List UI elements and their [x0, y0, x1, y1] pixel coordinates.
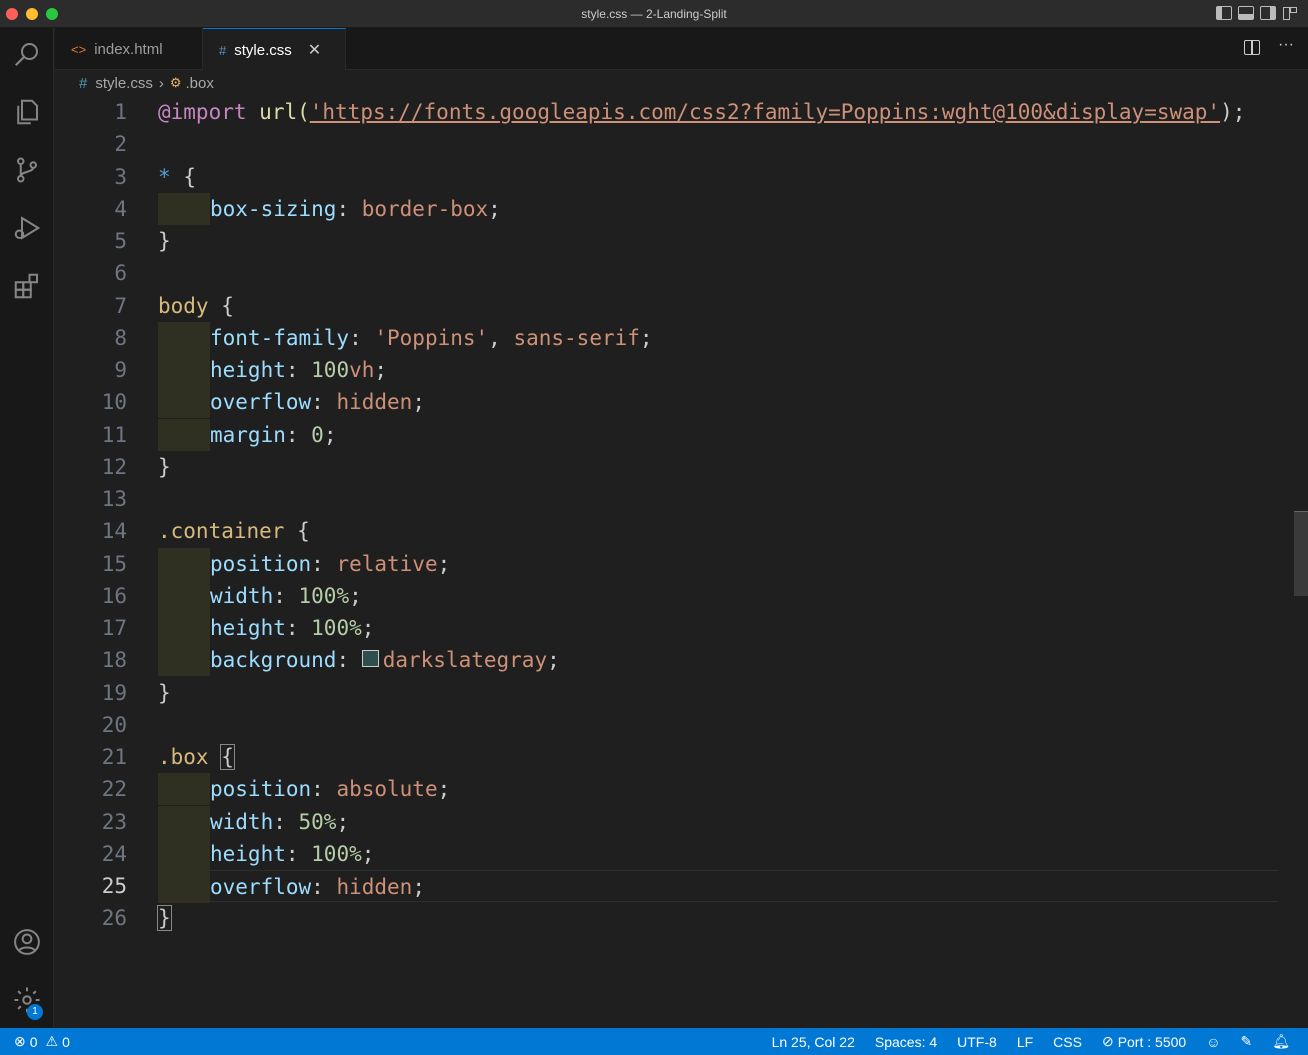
copilot-icon[interactable]: ☺ — [1206, 1034, 1220, 1050]
toggle-secondary-sidebar-icon[interactable] — [1260, 6, 1276, 20]
end-of-line[interactable]: LF — [1017, 1034, 1033, 1050]
indentation[interactable]: Spaces: 4 — [875, 1034, 937, 1050]
scrollbar-thumb[interactable] — [1294, 511, 1308, 596]
code-line-24: height: 100%; — [158, 837, 1278, 870]
line-number: 13 — [101, 487, 127, 511]
title-bar: style.css — 2-Landing-Split — [0, 0, 1308, 28]
more-actions-icon[interactable]: ··· — [1278, 36, 1294, 54]
window-title: style.css — 2-Landing-Split — [581, 7, 727, 21]
line-number: 25 — [101, 874, 127, 898]
extensions-icon[interactable] — [0, 262, 54, 310]
color-swatch[interactable] — [361, 649, 379, 667]
line-number: 21 — [101, 745, 127, 769]
code-line-17: height: 100%; — [158, 612, 1278, 644]
feedback-icon[interactable]: ✎ — [1240, 1033, 1252, 1050]
warning-icon: ⚠ — [45, 1033, 59, 1049]
line-number: 17 — [101, 616, 127, 640]
line-number: 24 — [101, 841, 127, 866]
live-server-port[interactable]: ⊘ Port : 5500 — [1102, 1033, 1186, 1050]
tab-label: index.html — [94, 40, 163, 58]
toggle-primary-sidebar-icon[interactable] — [1216, 6, 1232, 20]
line-number: 9 — [114, 358, 127, 382]
line-number: 3 — [114, 164, 127, 189]
line-number: 22 — [101, 777, 127, 802]
code-line-22: position: absolute; — [158, 773, 1278, 806]
run-debug-icon[interactable] — [0, 204, 54, 252]
line-number: 23 — [101, 809, 127, 834]
activity-bar: 1 — [0, 28, 54, 1028]
breadcrumb: # style.css › ⚙ .box — [55, 70, 1308, 96]
code-line-3: * { — [158, 164, 196, 189]
breadcrumb-file[interactable]: style.css — [95, 75, 153, 92]
line-number: 1 — [114, 100, 127, 124]
toggle-panel-icon[interactable] — [1238, 6, 1254, 20]
search-icon[interactable] — [0, 30, 54, 78]
close-tab-icon[interactable]: ✕ — [308, 40, 321, 60]
code-line-15: position: relative; — [158, 547, 1278, 580]
line-number: 12 — [101, 454, 127, 479]
broadcast-icon: ⊘ — [1101, 1033, 1114, 1049]
notifications-bell-icon[interactable]: 🔔︎ — [1272, 1033, 1290, 1050]
code-line-26: } — [157, 905, 172, 932]
line-number: 2 — [114, 132, 127, 157]
line-number: 11 — [101, 422, 127, 447]
code-line-4: box-sizing: border-box; — [158, 192, 1278, 225]
tab-index-html[interactable]: <> index.html — [55, 28, 203, 70]
encoding[interactable]: UTF-8 — [957, 1034, 997, 1050]
line-number: 19 — [101, 680, 127, 705]
manage-gear-icon[interactable]: 1 — [0, 976, 54, 1024]
notification-badge: 1 — [27, 1004, 43, 1020]
symbol-class-icon: ⚙ — [169, 75, 182, 90]
code-editor[interactable]: 1 2 3 4 5 6 7 8 9 10 11 12 13 14 15 16 17 18 19 20 21 22 23 24 2… — [55, 96, 1308, 1028]
line-number: 16 — [101, 583, 127, 608]
line-number: 18 — [101, 648, 127, 673]
code-line-12: } — [158, 454, 171, 479]
code-line-16: width: 100%; — [158, 579, 1278, 612]
language-mode[interactable]: CSS — [1053, 1034, 1082, 1050]
code-line-21: .box { — [158, 744, 235, 770]
explorer-icon[interactable] — [0, 88, 54, 136]
code-line-19: } — [158, 680, 171, 705]
breadcrumb-symbol[interactable]: .box — [186, 75, 214, 92]
line-number: 14 — [101, 519, 127, 544]
status-bar: ⊗ 0 ⚠ 0 Ln 25, Col 22 Spaces: 4 UTF-8 LF C… — [0, 1028, 1308, 1055]
line-number: 26 — [101, 906, 127, 931]
code-line-25: overflow: hidden; — [158, 870, 1278, 903]
code-line-5: } — [158, 229, 171, 253]
tab-bar: <> index.html # style.css ✕ ··· — [55, 28, 1308, 71]
css-file-icon: # — [79, 74, 88, 92]
line-number: 20 — [101, 712, 127, 737]
code-line-10: overflow: hidden; — [158, 386, 1278, 419]
tab-label: style.css — [234, 41, 292, 59]
cursor-position[interactable]: Ln 25, Col 22 — [772, 1034, 855, 1050]
account-icon[interactable] — [0, 918, 54, 966]
line-number: 6 — [114, 261, 127, 286]
problems-indicator[interactable]: ⊗ 0 ⚠ 0 — [14, 1033, 70, 1050]
code-line-14: .container { — [158, 519, 310, 544]
code-line-8: font-family: 'Poppins', sans-serif; — [158, 321, 1278, 354]
customize-layout-icon[interactable] — [1282, 6, 1298, 20]
code-line-9: height: 100vh; — [158, 354, 1278, 386]
line-number: 10 — [101, 390, 127, 415]
css-file-icon: # — [219, 42, 227, 58]
error-icon: ⊗ — [14, 1033, 26, 1049]
split-editor-icon[interactable] — [1244, 40, 1261, 55]
code-line-11: margin: 0; — [158, 418, 1278, 451]
code-line-7: body { — [158, 293, 234, 318]
line-number: 7 — [114, 293, 127, 318]
code-line-23: width: 50%; — [158, 805, 1278, 838]
source-control-icon[interactable] — [0, 146, 54, 194]
line-number: 4 — [114, 196, 127, 221]
line-number: 15 — [101, 551, 127, 576]
code-line-1: @import url('https://fonts.googleapis.co… — [158, 100, 1246, 124]
overview-ruler-marker — [1294, 511, 1308, 512]
tab-style-css[interactable]: # style.css ✕ — [203, 28, 346, 71]
html-file-icon: <> — [71, 41, 87, 57]
code-line-18: background: darkslategray; — [158, 644, 1278, 677]
chevron-right-icon: › — [158, 74, 164, 92]
line-number: 8 — [114, 325, 127, 350]
line-number: 5 — [114, 229, 127, 253]
